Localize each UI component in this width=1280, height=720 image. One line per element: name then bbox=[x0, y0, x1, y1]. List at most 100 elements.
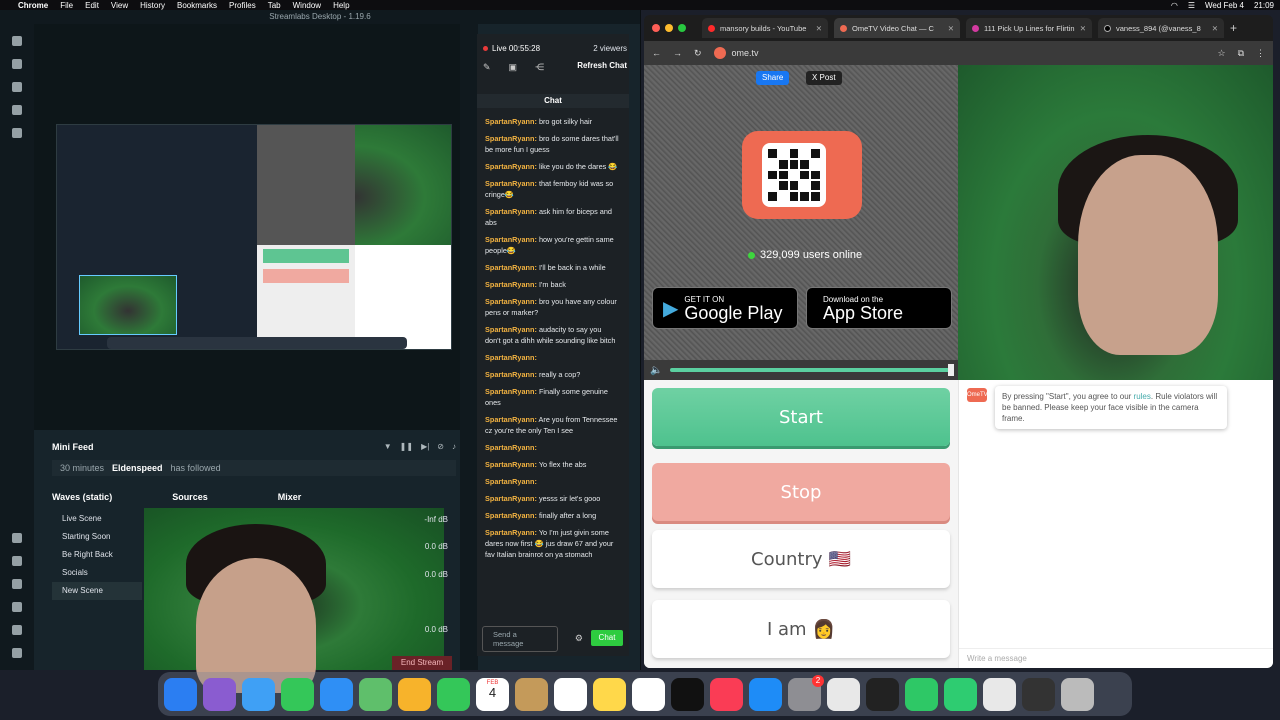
chat-username[interactable]: SpartanRyann: bbox=[485, 353, 537, 362]
back-icon[interactable]: ← bbox=[652, 48, 661, 58]
mail-icon[interactable] bbox=[320, 677, 353, 711]
safari-icon[interactable] bbox=[242, 677, 275, 711]
tab-ometv[interactable]: OmeTV Video Chat — C ✕ bbox=[834, 18, 960, 38]
scene-item-active[interactable]: New Scene bbox=[52, 582, 142, 600]
stop-button[interactable]: Stop bbox=[652, 463, 950, 521]
skip-icon[interactable]: ▶| bbox=[421, 442, 429, 451]
wifi-icon[interactable]: ◠ bbox=[1171, 1, 1178, 10]
control-center-icon[interactable]: ☰ bbox=[1188, 1, 1195, 10]
close-tab-icon[interactable]: ✕ bbox=[1212, 24, 1218, 33]
forward-icon[interactable]: → bbox=[673, 48, 682, 58]
country-button[interactable]: Country 🇺🇸 bbox=[652, 530, 950, 588]
link-icon[interactable] bbox=[12, 556, 22, 566]
chat-username[interactable]: SpartanRyann: bbox=[485, 325, 537, 334]
chat-username[interactable]: SpartanRyann: bbox=[485, 460, 537, 469]
menubar-date[interactable]: Wed Feb 4 bbox=[1205, 1, 1244, 10]
share-link-icon[interactable]: ⋲ bbox=[535, 62, 544, 73]
reminders-icon[interactable] bbox=[554, 677, 587, 711]
tab-tiktok[interactable]: vaness_894 (@vaness_8 ✕ bbox=[1098, 18, 1224, 38]
bookmark-star-icon[interactable]: ☆ bbox=[1217, 48, 1225, 59]
editor-icon[interactable] bbox=[12, 36, 22, 46]
chat-username[interactable]: SpartanRyann: bbox=[485, 477, 537, 486]
chat-input[interactable]: Send a message bbox=[482, 626, 558, 652]
record-icon[interactable] bbox=[12, 128, 22, 138]
edit-icon[interactable]: ✎ bbox=[483, 62, 491, 73]
chat-username[interactable]: SpartanRyann: bbox=[485, 443, 537, 452]
tab-youtube[interactable]: mansory builds - YouTube ✕ bbox=[702, 18, 828, 38]
site-info-icon[interactable] bbox=[713, 47, 726, 59]
tab-pickup-lines[interactable]: 111 Pick Up Lines for Flirtin ✕ bbox=[966, 18, 1092, 38]
profile-icon[interactable] bbox=[12, 648, 22, 658]
menu-history[interactable]: History bbox=[140, 1, 165, 10]
menu-help[interactable]: Help bbox=[333, 1, 349, 10]
themes-icon[interactable] bbox=[12, 59, 22, 69]
contacts-icon[interactable] bbox=[515, 677, 548, 711]
music-icon[interactable] bbox=[710, 677, 743, 711]
streamlabs-icon[interactable] bbox=[866, 677, 899, 711]
refresh-chat-button[interactable]: Refresh Chat bbox=[577, 61, 627, 70]
chat-username[interactable]: SpartanRyann: bbox=[485, 134, 537, 143]
chat-username[interactable]: SpartanRyann: bbox=[485, 370, 537, 379]
chrome-profile-icon[interactable] bbox=[983, 677, 1016, 711]
app-store-badge[interactable]: Download on the App Store bbox=[806, 287, 952, 329]
facetime-icon[interactable] bbox=[437, 677, 470, 711]
app-icon[interactable] bbox=[905, 677, 938, 711]
ultra-icon[interactable] bbox=[12, 533, 22, 543]
message-input[interactable]: Write a message bbox=[959, 648, 1273, 668]
chat-username[interactable]: SpartanRyann: bbox=[485, 511, 537, 520]
chat-username[interactable]: SpartanRyann: bbox=[485, 280, 537, 289]
speaker-icon[interactable]: 🔈 bbox=[650, 365, 662, 376]
recent-window-icon[interactable] bbox=[1022, 677, 1055, 711]
settings-icon[interactable] bbox=[12, 625, 22, 635]
menu-window[interactable]: Window bbox=[293, 1, 321, 10]
apple-tv-icon[interactable] bbox=[671, 677, 704, 711]
finder-icon[interactable] bbox=[164, 677, 197, 711]
menu-dots-icon[interactable]: ⋮ bbox=[1256, 48, 1265, 59]
menu-tab[interactable]: Tab bbox=[268, 1, 281, 10]
chat-username[interactable]: SpartanRyann: bbox=[485, 162, 537, 171]
freeform-icon[interactable] bbox=[632, 677, 665, 711]
start-button[interactable]: Start bbox=[652, 388, 950, 446]
chat-username[interactable]: SpartanRyann: bbox=[485, 263, 537, 272]
scene-item[interactable]: Socials bbox=[52, 564, 142, 582]
filter-icon[interactable]: ▼ bbox=[384, 442, 392, 451]
chat-settings-icon[interactable]: ⚙ bbox=[575, 633, 583, 644]
app-store-icon[interactable] bbox=[749, 677, 782, 711]
end-stream-button[interactable]: End Stream bbox=[392, 656, 452, 670]
menu-bookmarks[interactable]: Bookmarks bbox=[177, 1, 217, 10]
menu-profiles[interactable]: Profiles bbox=[229, 1, 256, 10]
launchpad-icon[interactable] bbox=[203, 677, 236, 711]
chat-username[interactable]: SpartanRyann: bbox=[485, 387, 537, 396]
notes-icon[interactable] bbox=[593, 677, 626, 711]
gender-button[interactable]: I am 👩 bbox=[652, 600, 950, 658]
zoom-window-icon[interactable] bbox=[678, 24, 686, 32]
chat-username[interactable]: SpartanRyann: bbox=[485, 528, 537, 537]
pause-icon[interactable]: ❚❚ bbox=[400, 442, 413, 451]
menu-app-name[interactable]: Chrome bbox=[18, 1, 48, 10]
calendar-icon[interactable]: FEB 4 bbox=[476, 677, 509, 711]
streamlabs-app-icon[interactable] bbox=[944, 677, 977, 711]
rules-link[interactable]: rules bbox=[1134, 392, 1151, 401]
close-tab-icon[interactable]: ✕ bbox=[816, 24, 822, 33]
chat-username[interactable]: SpartanRyann: bbox=[485, 494, 537, 503]
system-settings-icon[interactable]: 2 bbox=[788, 674, 824, 711]
volume-slider[interactable] bbox=[670, 364, 954, 376]
menu-file[interactable]: File bbox=[60, 1, 73, 10]
url-text[interactable]: ome.tv bbox=[732, 48, 759, 58]
mute-alerts-icon[interactable]: ⊘ bbox=[437, 442, 444, 451]
facebook-share-button[interactable]: Share bbox=[756, 71, 790, 85]
google-play-badge[interactable]: ▶ GET IT ON Google Play bbox=[652, 287, 798, 329]
menu-edit[interactable]: Edit bbox=[85, 1, 99, 10]
stream-preview[interactable] bbox=[56, 124, 452, 350]
share-icon[interactable] bbox=[12, 579, 22, 589]
url-field[interactable]: ome.tv bbox=[713, 47, 759, 59]
extensions-icon[interactable]: ⧉ bbox=[1238, 48, 1244, 59]
close-tab-icon[interactable]: ✕ bbox=[948, 24, 954, 33]
x-post-button[interactable]: X Post bbox=[806, 71, 842, 85]
volume-bar[interactable]: 🔈 bbox=[644, 360, 958, 380]
close-tab-icon[interactable]: ✕ bbox=[1080, 24, 1086, 33]
stream-preview-area[interactable] bbox=[34, 24, 471, 430]
trash-icon[interactable] bbox=[1061, 677, 1094, 711]
menubar-time[interactable]: 21:09 bbox=[1254, 1, 1274, 10]
close-window-icon[interactable] bbox=[652, 24, 660, 32]
